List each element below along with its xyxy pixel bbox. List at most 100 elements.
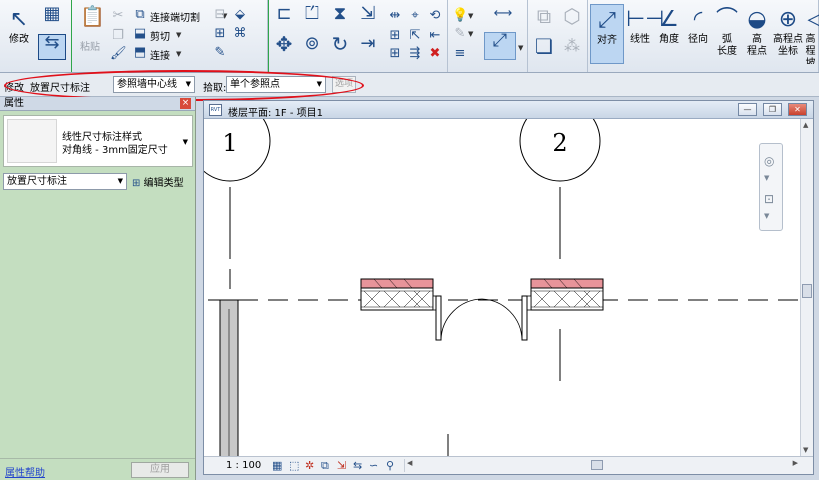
offset-icon[interactable]: ⊏ — [273, 5, 295, 28]
wall-segment-left[interactable] — [360, 278, 439, 311]
close-icon[interactable]: ✕ — [788, 103, 807, 116]
view-scale[interactable]: 1 : 100 — [226, 460, 261, 471]
chevron-down-icon[interactable]: ▼ — [468, 12, 473, 20]
shadows-icon[interactable]: ⧉ — [321, 459, 329, 473]
scissors-icon[interactable]: ✂ — [110, 8, 126, 24]
spot-slope-button[interactable]: ◁ 高程 坡 — [802, 4, 819, 64]
array-icon[interactable]: ⊞ — [387, 28, 403, 44]
type-selector[interactable]: 线性尺寸标注样式 对角线 - 3mm固定尺寸 ▼ — [3, 115, 193, 167]
clipboard-geometry-panel: 📋 粘贴 ✂ ❐ 🖌 ⧉ 连接端切割 ▼ ⬓ 剪切 ▼ ⬒ 连接 ▼ ⊟ ⬙ ⊞… — [72, 0, 268, 72]
properties-panel: 属性 × 线性尺寸标注样式 对角线 - 3mm固定尺寸 ▼ 放置尺寸标注 ▼ ⊞… — [0, 97, 196, 480]
create-assembly-icon[interactable]: ⧉ — [532, 6, 556, 32]
vertical-scrollbar[interactable]: ▲ ▼ — [800, 119, 813, 456]
pick-select[interactable]: 单个参照点 ▼ — [226, 76, 326, 93]
paint-icon[interactable]: ⬙ — [232, 7, 248, 23]
copy-element-icon[interactable]: ⊚ — [301, 35, 323, 60]
mirror-draw-icon[interactable]: ⧗ — [329, 5, 351, 28]
chevron-down-icon[interactable]: ▼ — [764, 212, 769, 220]
reveal-hidden-icon[interactable]: ⚲ — [386, 459, 394, 472]
crop-view-icon[interactable]: ⇲ — [337, 459, 346, 472]
chevron-down-icon[interactable]: ▼ — [764, 174, 769, 182]
pin-icon[interactable]: ⌖ — [407, 8, 423, 24]
measure-along-icon[interactable]: ⤢ — [484, 32, 516, 60]
match-properties-icon[interactable]: 🖌 — [110, 46, 127, 62]
horizontal-scrollbar[interactable]: ◀ ▶ — [404, 459, 800, 472]
demolish-icon[interactable]: ⌘ — [232, 26, 248, 42]
mirror-pick-icon[interactable]: ⏍ — [301, 5, 323, 28]
paste-icon[interactable]: 📋 — [80, 6, 105, 32]
measure-between-icon[interactable]: ⟷ — [486, 6, 520, 22]
unpin-icon[interactable]: ⟲ — [427, 8, 443, 24]
type-properties-icon[interactable]: ⇆ — [38, 34, 66, 60]
copy-icon[interactable]: ❐ — [110, 28, 126, 44]
split-face-icon[interactable]: ⊞ — [212, 26, 228, 42]
move-icon[interactable]: ✥ — [273, 34, 295, 60]
wall-segment-right[interactable] — [525, 278, 604, 311]
spot-coordinate-button[interactable]: ⊕ 高程点 坐标 — [771, 4, 805, 64]
horizontal-scroll-thumb[interactable] — [591, 460, 603, 470]
restore-icon[interactable]: ❐ — [763, 103, 782, 116]
create-similar-icon[interactable]: ⁂ — [560, 38, 584, 62]
group-icon[interactable]: ⇶ — [407, 46, 423, 62]
chevron-down-icon[interactable]: ▼ — [176, 50, 181, 58]
rotate-icon[interactable]: ↻ — [329, 34, 351, 60]
pick-label: 拾取: — [203, 83, 227, 94]
temporary-hide-icon[interactable]: ∽ — [369, 459, 378, 472]
spot-elevation-button[interactable]: ◒ 高 程点 — [740, 4, 774, 64]
properties-help-link[interactable]: 属性帮助 — [5, 464, 45, 479]
chevron-down-icon: ▼ — [182, 138, 188, 146]
scroll-left-icon[interactable]: ◀ — [407, 459, 412, 467]
visual-style-icon[interactable]: ⬚ — [289, 459, 299, 472]
scale-icon[interactable]: ⇱ — [407, 28, 423, 44]
cut-geometry-icon[interactable]: ⬓ — [132, 26, 148, 42]
chevron-down-icon[interactable]: ▼ — [518, 44, 523, 52]
scroll-right-icon[interactable]: ▶ — [793, 459, 798, 467]
vertical-scroll-thumb[interactable] — [802, 284, 812, 298]
properties-footer: 属性帮助 应用 — [0, 458, 195, 480]
extend-icon[interactable]: ⇥ — [357, 35, 379, 60]
scroll-down-icon[interactable]: ▼ — [803, 446, 808, 454]
split-icon[interactable]: ⇹ — [387, 8, 403, 24]
split-gap-icon[interactable]: ⊞ — [387, 46, 403, 62]
show-crop-icon[interactable]: ⇆ — [353, 459, 362, 472]
join-cut-icon[interactable]: ⧉ — [132, 7, 148, 23]
place-dimensions-label: 放置尺寸标注 — [30, 83, 90, 94]
pick-icon[interactable]: ✎ — [212, 45, 228, 61]
chevron-down-icon[interactable]: ▼ — [468, 30, 473, 38]
spot-slope-icon: ◁ — [807, 7, 819, 32]
scroll-up-icon[interactable]: ▲ — [803, 121, 808, 129]
override-graphics-icon[interactable]: ✎ — [452, 26, 468, 42]
steering-wheel-icon[interactable]: ◎ — [764, 154, 774, 168]
sun-path-icon[interactable]: ✲ — [305, 459, 314, 472]
detail-level-icon[interactable]: ▦ — [272, 459, 282, 472]
reference-select[interactable]: 参照墙中心线 ▼ — [113, 76, 195, 93]
chevron-down-icon: ▼ — [316, 80, 322, 88]
close-icon[interactable]: × — [180, 98, 191, 109]
arc-length-dimension-button[interactable]: ⌒ 弧 长度 — [710, 4, 744, 64]
zoom-icon[interactable]: ⊡ — [764, 192, 774, 206]
create-group-icon[interactable]: ❏ — [532, 36, 556, 62]
modify-button[interactable]: ↖ 修改 — [2, 4, 36, 64]
drawing-canvas[interactable]: 1 2 ◎ ▼ ⊡ ▼ — [204, 119, 800, 456]
grid-label-1: 1 — [222, 129, 237, 157]
double-door[interactable] — [435, 295, 528, 341]
create-parts-icon[interactable]: ⬡ — [560, 6, 584, 32]
instance-filter-select[interactable]: 放置尺寸标注 ▼ — [3, 173, 127, 190]
align-element-icon[interactable]: ⇤ — [427, 28, 443, 44]
apply-button[interactable]: 应用 — [131, 462, 189, 478]
aligned-dimension-button[interactable]: ⤢ 对齐 — [590, 4, 624, 64]
minimize-icon[interactable]: — — [738, 103, 757, 116]
bulb-icon[interactable]: 💡 — [452, 8, 468, 24]
linework-icon[interactable]: ≡ — [452, 46, 468, 62]
angle-icon: ∠ — [659, 7, 679, 32]
wall-joins-icon[interactable]: ⊟ — [212, 7, 228, 23]
delete-icon[interactable]: ✖ — [427, 46, 443, 62]
options-button[interactable]: 选项 — [332, 76, 356, 93]
chevron-down-icon[interactable]: ▼ — [176, 31, 181, 39]
type-name-label: 对角线 - 3mm固定尺寸 — [62, 145, 168, 156]
properties-toggle-icon[interactable]: ▦ — [40, 5, 64, 28]
trim-icon[interactable]: ⇲ — [357, 5, 379, 28]
join-geometry-icon[interactable]: ⬒ — [132, 45, 148, 61]
modify-tools-panel: ⊏ ⏍ ⧗ ⇲ ⇹ ⌖ ⟲ ✥ ⊚ ↻ ⇥ ⊞ ⇱ ⇤ ⊞ ⇶ ✖ — [268, 0, 448, 72]
edit-type-button[interactable]: ⊞ 编辑类型 — [132, 174, 184, 189]
